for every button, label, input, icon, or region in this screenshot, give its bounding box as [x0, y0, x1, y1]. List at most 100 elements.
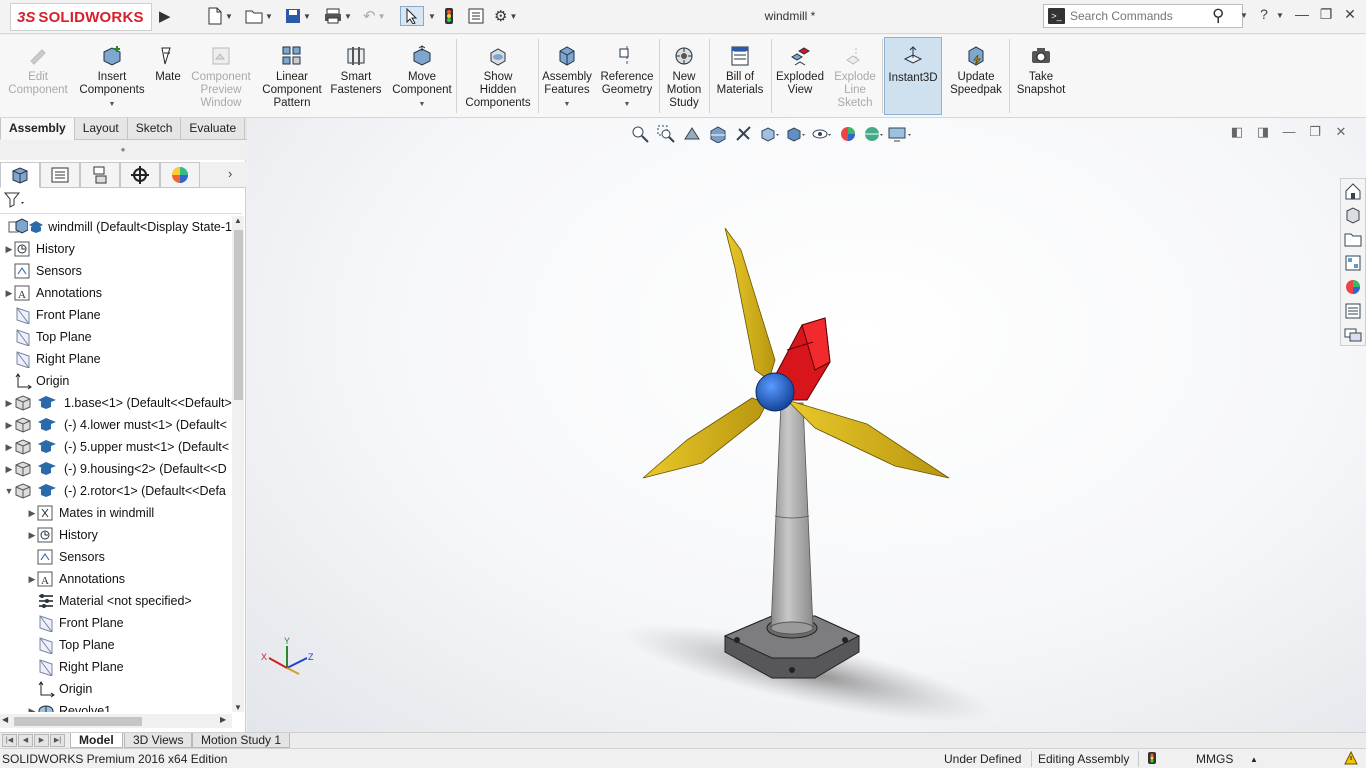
- next-tab-nav-icon[interactable]: ▶: [34, 734, 49, 747]
- explode-line-button[interactable]: Explode Line Sketch: [830, 37, 880, 115]
- tree-item[interactable]: ▶ A Annotations: [0, 282, 232, 304]
- tree-item[interactable]: ▶ Revolve1: [0, 700, 232, 712]
- mate-button[interactable]: Mate: [150, 37, 186, 115]
- appearances-scenes-icon[interactable]: [1341, 275, 1365, 299]
- tree-item[interactable]: Sensors: [0, 546, 232, 568]
- tree-item[interactable]: Right Plane: [0, 348, 232, 370]
- tree-item[interactable]: Origin: [0, 678, 232, 700]
- unit-system-dropdown-icon[interactable]: ▲: [1250, 755, 1258, 764]
- show-hidden-button[interactable]: Show Hidden Components: [461, 37, 535, 115]
- select-dropdown-icon[interactable]: ▼: [426, 6, 436, 26]
- tree-item[interactable]: ▶ (-) 4.lower must<1> (Default<: [0, 414, 232, 436]
- speedpak-button[interactable]: Update Speedpak: [945, 37, 1007, 115]
- command-dropdown-icon[interactable]: ▼: [564, 98, 571, 111]
- search-input[interactable]: [1070, 8, 1200, 24]
- prev-tab-nav-icon[interactable]: ◀: [18, 734, 33, 747]
- tree-item[interactable]: Top Plane: [0, 326, 232, 348]
- tab-model[interactable]: Model: [70, 733, 123, 748]
- tree-item[interactable]: Top Plane: [0, 634, 232, 656]
- expand-arrow-icon[interactable]: ▶: [4, 442, 14, 453]
- tree-item[interactable]: ▶ 1.base<1> (Default<<Default>: [0, 392, 232, 414]
- move-component-button[interactable]: Move Component ▼: [386, 37, 458, 115]
- undo-icon[interactable]: ↶ ▼: [363, 6, 386, 26]
- smart-fasteners-button[interactable]: Smart Fasteners: [328, 37, 384, 115]
- solidworks-logo[interactable]: 3S SOLIDWORKS: [10, 3, 152, 31]
- command-dropdown-icon[interactable]: ▼: [109, 98, 116, 111]
- search-options-dropdown-icon[interactable]: ▼: [1234, 11, 1254, 20]
- expand-arrow-icon[interactable]: ▶: [27, 530, 37, 541]
- tab-configuration-manager[interactable]: [80, 162, 120, 188]
- tree-item[interactable]: ▶ History: [0, 238, 232, 260]
- last-tab-nav-icon[interactable]: ▶|: [50, 734, 65, 747]
- tab-3d-views[interactable]: 3D Views: [124, 733, 193, 748]
- search-commands-box[interactable]: >_ ⚲: [1043, 4, 1243, 28]
- assembly-features-button[interactable]: Assembly Features ▼: [538, 37, 596, 115]
- first-tab-nav-icon[interactable]: |◀: [2, 734, 17, 747]
- close-icon[interactable]: ✕: [1340, 6, 1360, 23]
- tree-item[interactable]: Material <not specified>: [0, 590, 232, 612]
- reference-geometry-button[interactable]: Reference Geometry ▼: [596, 37, 658, 115]
- solidworks-resources-icon[interactable]: [1341, 179, 1365, 203]
- custom-properties-icon[interactable]: [1341, 299, 1365, 323]
- tree-vertical-scrollbar[interactable]: ▲ ▼: [232, 216, 244, 712]
- scroll-down-icon[interactable]: ▼: [232, 703, 244, 712]
- tree-item[interactable]: windmill (Default<Display State-1: [0, 216, 232, 238]
- menu-expand-icon[interactable]: ▶: [159, 6, 171, 26]
- tab-motion-study-1[interactable]: Motion Study 1: [192, 733, 291, 748]
- tab-dimxpert[interactable]: [120, 162, 160, 188]
- design-library-icon[interactable]: [1341, 203, 1365, 227]
- unit-system[interactable]: MMGS: [1196, 752, 1233, 766]
- expand-arrow-icon[interactable]: ▶: [27, 508, 37, 519]
- expand-arrow-icon[interactable]: ▶: [4, 288, 14, 299]
- insert-components-button[interactable]: Insert Components ▼: [76, 37, 148, 115]
- graphics-area[interactable]: ◧ ◨ — ❐ ✕ Y X Z: [247, 118, 1366, 732]
- panel-tabs-more-icon[interactable]: ›: [228, 166, 232, 181]
- snapshot-button[interactable]: Take Snapshot: [1010, 37, 1072, 115]
- expand-arrow-icon[interactable]: ▶: [4, 244, 14, 255]
- tree-item[interactable]: Front Plane: [0, 304, 232, 326]
- new-document-icon[interactable]: ▼: [207, 6, 233, 26]
- file-explorer-icon[interactable]: [1341, 227, 1365, 251]
- command-dropdown-icon[interactable]: ▼: [419, 98, 426, 111]
- view-palette-icon[interactable]: [1341, 251, 1365, 275]
- scroll-up-icon[interactable]: ▲: [232, 216, 244, 225]
- exploded-view-button[interactable]: Exploded View: [771, 37, 829, 115]
- notification-icon[interactable]: [1344, 750, 1358, 768]
- tree-item[interactable]: Right Plane: [0, 656, 232, 678]
- tab-layout[interactable]: Layout: [73, 118, 128, 140]
- expand-arrow-icon[interactable]: ▶: [27, 706, 37, 713]
- collapse-arrow-icon[interactable]: ▼: [4, 486, 14, 496]
- tab-assembly[interactable]: Assembly: [0, 118, 75, 140]
- options-gear-icon[interactable]: ⚙ ▼: [494, 6, 517, 26]
- scroll-thumb[interactable]: [234, 230, 243, 400]
- tab-display-manager[interactable]: [160, 162, 200, 188]
- scroll-left-icon[interactable]: ◀: [2, 715, 8, 724]
- tab-feature-manager[interactable]: [0, 162, 40, 188]
- tree-item[interactable]: ▶ History: [0, 524, 232, 546]
- help-dropdown-icon[interactable]: ▼: [1270, 11, 1290, 20]
- tree-item[interactable]: Front Plane: [0, 612, 232, 634]
- filter-icon[interactable]: [3, 192, 26, 211]
- minimize-icon[interactable]: —: [1292, 6, 1312, 22]
- tree-item[interactable]: ▶ (-) 9.housing<2> (Default<<D: [0, 458, 232, 480]
- tree-item[interactable]: ▶ (-) 5.upper must<1> (Default<: [0, 436, 232, 458]
- select-pointer-icon[interactable]: [400, 6, 424, 26]
- windmill-model[interactable]: [247, 118, 1366, 732]
- edit-component-button[interactable]: Edit Component: [2, 37, 74, 115]
- print-icon[interactable]: ▼: [324, 6, 352, 26]
- tree-item[interactable]: ▶ Mates in windmill: [0, 502, 232, 524]
- instant3d-button[interactable]: Instant3D: [884, 37, 942, 115]
- expand-arrow-icon[interactable]: ▶: [4, 420, 14, 431]
- save-icon[interactable]: ▼: [285, 6, 311, 26]
- expand-arrow-icon[interactable]: ▶: [4, 464, 14, 475]
- command-dropdown-icon[interactable]: ▼: [624, 98, 631, 111]
- component-preview-button[interactable]: Component Preview Window: [187, 37, 255, 115]
- tree-item[interactable]: ▼ (-) 2.rotor<1> (Default<<Defa: [0, 480, 232, 502]
- panel-grip[interactable]: ●: [0, 140, 246, 160]
- restore-icon[interactable]: ❐: [1316, 6, 1336, 23]
- forum-icon[interactable]: [1341, 323, 1365, 347]
- search-icon[interactable]: ⚲: [1212, 6, 1224, 26]
- open-folder-icon[interactable]: ▼: [245, 6, 273, 26]
- expand-arrow-icon[interactable]: ▶: [27, 574, 37, 585]
- rebuild-status-icon[interactable]: [1147, 751, 1157, 768]
